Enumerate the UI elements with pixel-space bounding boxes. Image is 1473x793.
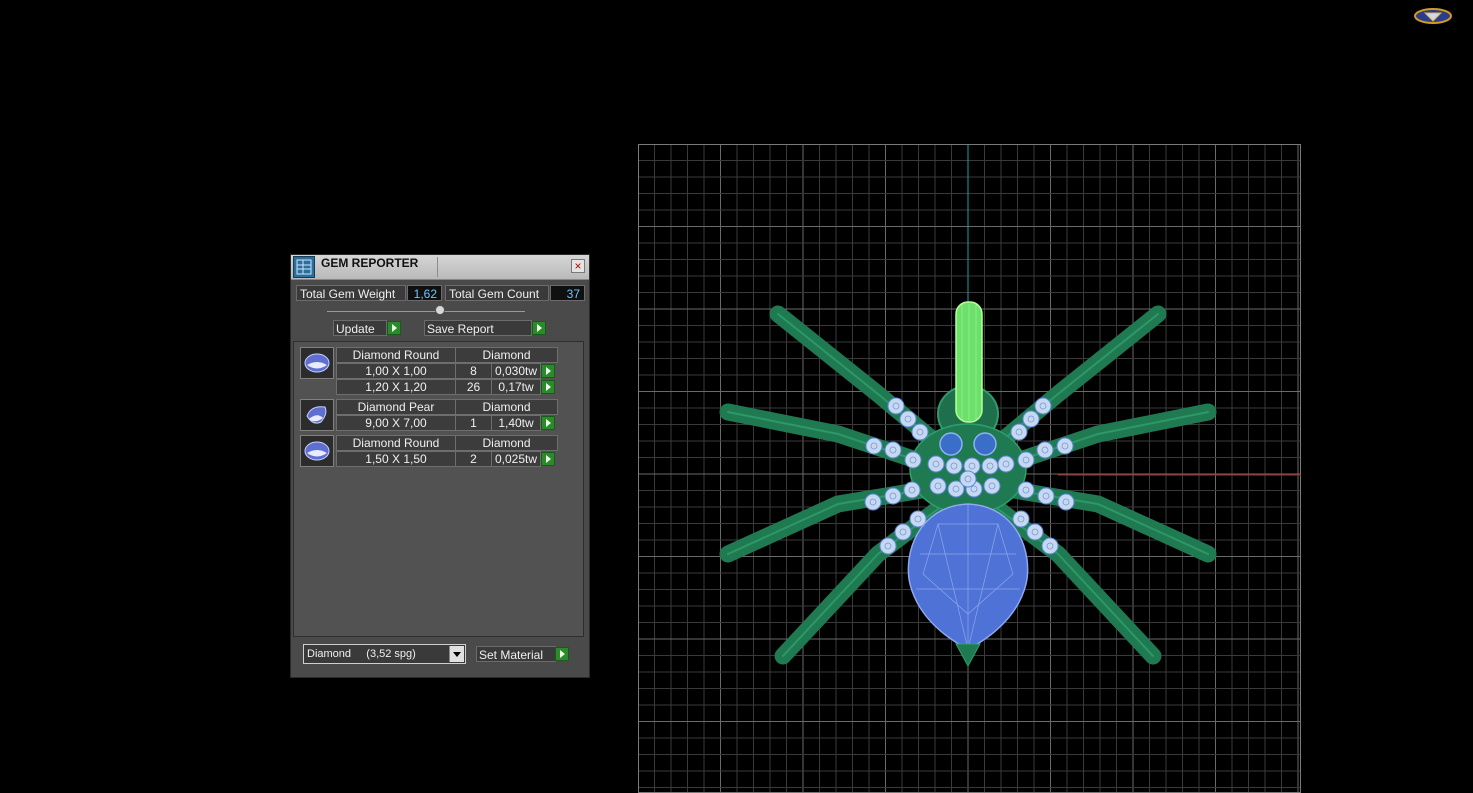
pave-diamond <box>864 493 882 511</box>
pave-diamond <box>1056 437 1074 455</box>
pave-diamond <box>959 470 977 488</box>
total-gem-weight-label: Total Gem Weight <box>296 285 406 301</box>
pave-diamond <box>1022 410 1040 428</box>
eye-gem-left <box>939 432 963 456</box>
gem-weight-cell: 0,030tw <box>491 363 541 379</box>
gem-name-cell: Diamond Round <box>336 435 456 451</box>
material-select-value: Diamond (3,52 spg) <box>307 648 416 660</box>
pave-diamond <box>894 523 912 541</box>
gem-reporter-icon <box>293 256 315 278</box>
pave-diamond <box>983 477 1001 495</box>
round-gem-icon[interactable] <box>300 347 334 379</box>
chevron-down-icon[interactable] <box>449 646 464 662</box>
pave-diamond <box>1010 423 1028 441</box>
pear-gem-icon[interactable] <box>300 399 334 431</box>
total-gem-count-value: 37 <box>550 285 585 301</box>
pave-diamond <box>903 481 921 499</box>
round-gem-icon[interactable] <box>300 435 334 467</box>
size-slider-track[interactable] <box>327 311 525 312</box>
play-arrow-icon[interactable] <box>541 380 555 394</box>
gem-list[interactable]: Diamond Round Diamond 1,00 X 1,00 8 0,03… <box>293 341 584 637</box>
play-arrow-icon[interactable] <box>541 452 555 466</box>
gem-size-cell: 9,00 X 7,00 <box>336 415 456 431</box>
pave-diamond <box>1017 481 1035 499</box>
play-arrow-icon[interactable] <box>541 364 555 378</box>
gem-size-cell: 1,20 X 1,20 <box>336 379 456 395</box>
eye-gem-right <box>973 432 997 456</box>
pave-diamond <box>879 537 897 555</box>
total-gem-count-label: Total Gem Count <box>445 285 549 301</box>
gem-weight-cell: 0,025tw <box>491 451 541 467</box>
set-material-button[interactable]: Set Material <box>476 646 556 662</box>
pave-diamond <box>1037 487 1055 505</box>
play-arrow-icon[interactable] <box>387 321 401 335</box>
pave-diamond <box>1017 451 1035 469</box>
pave-diamond <box>899 410 917 428</box>
close-icon[interactable]: × <box>571 259 585 273</box>
pave-diamond <box>911 423 929 441</box>
size-slider-handle[interactable] <box>435 305 445 315</box>
gem-material-cell: Diamond <box>455 435 558 451</box>
gem-size-cell: 1,00 X 1,00 <box>336 363 456 379</box>
gem-weight-cell: 1,40tw <box>491 415 541 431</box>
gem-count-cell: 1 <box>455 415 492 431</box>
gem-count-cell: 2 <box>455 451 492 467</box>
pave-diamond <box>865 437 883 455</box>
panel-titlebar[interactable]: GEM REPORTER × <box>291 255 589 280</box>
pave-diamond <box>1026 523 1044 541</box>
gem-material-cell: Diamond <box>455 347 558 363</box>
play-arrow-icon[interactable] <box>555 647 569 661</box>
pave-diamond <box>884 487 902 505</box>
gem-material-cell: Diamond <box>455 399 558 415</box>
save-report-button[interactable]: Save Report <box>424 320 532 336</box>
pave-diamond <box>887 397 905 415</box>
pave-diamond <box>997 455 1015 473</box>
3d-viewport[interactable] <box>638 144 1301 793</box>
gem-name-cell: Diamond Pear <box>336 399 456 415</box>
update-button[interactable]: Update <box>333 320 387 336</box>
pave-diamond <box>884 441 902 459</box>
gem-count-cell: 26 <box>455 379 492 395</box>
play-arrow-icon[interactable] <box>541 416 555 430</box>
gem-reporter-panel: GEM REPORTER × Total Gem Weight 1,62 Tot… <box>290 254 590 678</box>
play-arrow-icon[interactable] <box>532 321 546 335</box>
titlebar-divider <box>437 257 438 277</box>
pave-diamond <box>981 457 999 475</box>
material-select[interactable]: Diamond (3,52 spg) <box>303 644 466 664</box>
gem-count-cell: 8 <box>455 363 492 379</box>
total-gem-weight-value: 1,62 <box>407 285 442 301</box>
pave-diamond <box>927 455 945 473</box>
pave-diamond <box>929 477 947 495</box>
gem-weight-cell: 0,17tw <box>491 379 541 395</box>
pave-diamond <box>945 457 963 475</box>
pave-diamond <box>1057 493 1075 511</box>
pave-diamond <box>1036 441 1054 459</box>
gem-size-cell: 1,50 X 1,50 <box>336 451 456 467</box>
pave-diamond <box>1041 537 1059 555</box>
pave-diamond <box>904 451 922 469</box>
gem-name-cell: Diamond Round <box>336 347 456 363</box>
app-logo-icon[interactable] <box>1413 6 1453 26</box>
panel-title: GEM REPORTER <box>321 256 419 270</box>
pave-diamond <box>1012 510 1030 528</box>
pave-diamond <box>1034 397 1052 415</box>
